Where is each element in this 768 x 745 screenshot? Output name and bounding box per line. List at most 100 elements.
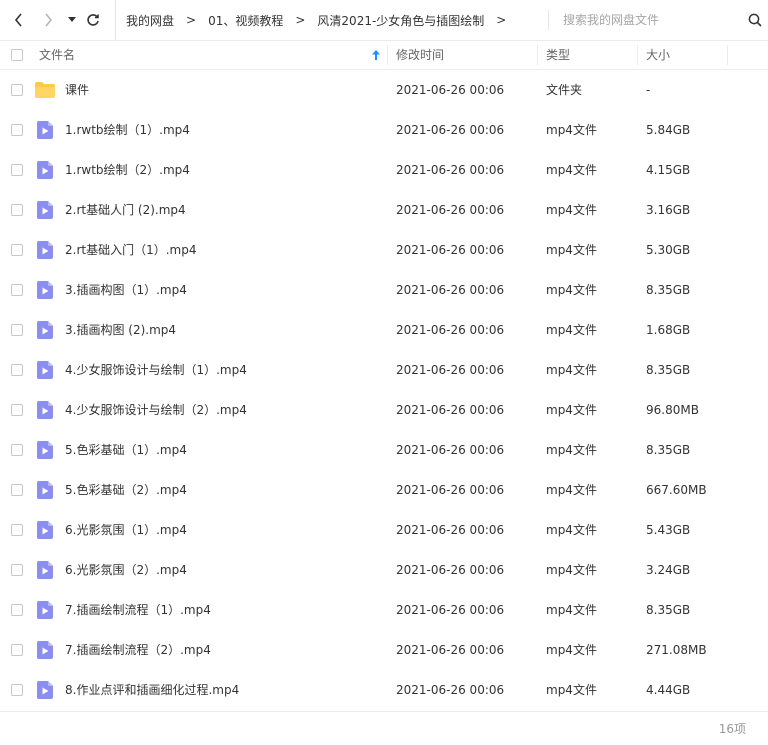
row-checkbox[interactable] [11, 324, 23, 336]
sort-up-arrow-icon[interactable] [372, 50, 380, 60]
file-name[interactable]: 3.插画构图（1）.mp4 [65, 270, 187, 310]
table-row[interactable]: 2.rt基础入门（1）.mp4 2021-06-26 00:06 mp4文件 5.30… [0, 230, 768, 270]
file-type: mp4文件 [546, 203, 597, 217]
table-row[interactable]: 4.少女服饰设计与绘制（1）.mp4 2021-06-26 00:06 mp4文件 8… [0, 350, 768, 390]
file-modified-time: 2021-06-26 00:06 [396, 363, 505, 377]
row-checkbox[interactable] [11, 164, 23, 176]
table-row[interactable]: 7.插画绘制流程（2）.mp4 2021-06-26 00:06 mp4文件 271.… [0, 630, 768, 670]
file-name[interactable]: 8.作业点评和插画细化过程.mp4 [65, 670, 239, 710]
back-button[interactable] [7, 8, 31, 32]
table-row[interactable]: 7.插画绘制流程（1）.mp4 2021-06-26 00:06 mp4文件 8.35… [0, 590, 768, 630]
row-checkbox[interactable] [11, 124, 23, 136]
chevron-right-icon [45, 13, 53, 27]
video-file-icon [37, 241, 53, 262]
search-button[interactable] [745, 10, 765, 30]
file-name[interactable]: 4.少女服饰设计与绘制（1）.mp4 [65, 350, 247, 390]
column-divider[interactable] [727, 45, 728, 65]
caret-down-icon [68, 17, 76, 22]
file-type: 文件夹 [546, 83, 583, 97]
search-input[interactable] [563, 10, 733, 30]
table-row[interactable]: 3.插画构图（1）.mp4 2021-06-26 00:06 mp4文件 8.35GB [0, 270, 768, 310]
file-modified-time: 2021-06-26 00:06 [396, 403, 505, 417]
table-row[interactable]: 2.rt基础人门 (2).mp4 2021-06-26 00:06 mp4文件 3.1… [0, 190, 768, 230]
file-name[interactable]: 6.光影氛围（1）.mp4 [65, 510, 187, 550]
file-name[interactable]: 课件 [65, 70, 89, 110]
table-row[interactable]: 1.rwtb绘制（1）.mp4 2021-06-26 00:06 mp4文件 5.84… [0, 110, 768, 150]
file-size: 5.84GB [646, 123, 691, 137]
file-name[interactable]: 2.rt基础入门（1）.mp4 [65, 230, 196, 270]
file-modified-time: 2021-06-26 00:06 [396, 123, 505, 137]
file-size: 4.44GB [646, 683, 691, 697]
file-name[interactable]: 6.光影氛围（2）.mp4 [65, 550, 187, 590]
file-size: 8.35GB [646, 603, 691, 617]
file-name[interactable]: 2.rt基础人门 (2).mp4 [65, 190, 186, 230]
row-checkbox[interactable] [11, 364, 23, 376]
file-size: 8.35GB [646, 443, 691, 457]
file-size: - [646, 83, 651, 97]
breadcrumb-item-root[interactable]: 我的网盘 [126, 12, 174, 29]
file-type: mp4文件 [546, 523, 597, 537]
file-size: 5.43GB [646, 523, 691, 537]
column-divider[interactable] [637, 45, 638, 65]
file-modified-time: 2021-06-26 00:06 [396, 483, 505, 497]
file-type: mp4文件 [546, 563, 597, 577]
row-checkbox[interactable] [11, 604, 23, 616]
file-size: 271.08MB [646, 643, 707, 657]
file-type: mp4文件 [546, 683, 597, 697]
forward-button[interactable] [36, 8, 60, 32]
row-checkbox[interactable] [11, 684, 23, 696]
file-modified-time: 2021-06-26 00:06 [396, 323, 505, 337]
video-file-icon [37, 601, 53, 622]
file-name[interactable]: 7.插画绘制流程（1）.mp4 [65, 590, 211, 630]
file-type: mp4文件 [546, 403, 597, 417]
table-row[interactable]: 6.光影氛围（1）.mp4 2021-06-26 00:06 mp4文件 5.43GB [0, 510, 768, 550]
file-size: 96.80MB [646, 403, 699, 417]
history-dropdown-button[interactable] [61, 8, 83, 32]
file-name[interactable]: 7.插画绘制流程（2）.mp4 [65, 630, 211, 670]
column-divider[interactable] [537, 45, 538, 65]
row-checkbox[interactable] [11, 284, 23, 296]
table-row[interactable]: 1.rwtb绘制（2）.mp4 2021-06-26 00:06 mp4文件 4.15… [0, 150, 768, 190]
table-row[interactable]: 4.少女服饰设计与绘制（2）.mp4 2021-06-26 00:06 mp4文件 9… [0, 390, 768, 430]
column-divider[interactable] [387, 45, 388, 65]
file-size: 5.30GB [646, 243, 691, 257]
column-header-size[interactable]: 大小 [646, 41, 670, 69]
row-checkbox[interactable] [11, 484, 23, 496]
row-checkbox[interactable] [11, 524, 23, 536]
file-modified-time: 2021-06-26 00:06 [396, 523, 505, 537]
row-checkbox[interactable] [11, 444, 23, 456]
row-checkbox[interactable] [11, 564, 23, 576]
file-name[interactable]: 1.rwtb绘制（1）.mp4 [65, 110, 190, 150]
file-size: 8.35GB [646, 363, 691, 377]
column-header-type[interactable]: 类型 [546, 41, 570, 69]
select-all-checkbox[interactable] [11, 49, 23, 61]
breadcrumb: 我的网盘 > 01、视频教程 > 风清2021-少女角色与插图绘制 > [115, 0, 518, 40]
file-modified-time: 2021-06-26 00:06 [396, 83, 505, 97]
status-bar: 16项 [0, 711, 768, 745]
table-row[interactable]: 3.插画构图 (2).mp4 2021-06-26 00:06 mp4文件 1.68G… [0, 310, 768, 350]
file-type: mp4文件 [546, 163, 597, 177]
refresh-button[interactable] [81, 8, 105, 32]
table-row[interactable]: 6.光影氛围（2）.mp4 2021-06-26 00:06 mp4文件 3.24GB [0, 550, 768, 590]
column-header-modified[interactable]: 修改时间 [396, 41, 444, 69]
chevron-left-icon [14, 13, 22, 27]
breadcrumb-item-video-tutorials[interactable]: 01、视频教程 [208, 12, 283, 29]
file-name[interactable]: 4.少女服饰设计与绘制（2）.mp4 [65, 390, 247, 430]
file-size: 667.60MB [646, 483, 707, 497]
row-checkbox[interactable] [11, 84, 23, 96]
table-row[interactable]: 课件 2021-06-26 00:06 文件夹 - [0, 70, 768, 110]
file-name[interactable]: 5.色彩基础（1）.mp4 [65, 430, 187, 470]
row-checkbox[interactable] [11, 244, 23, 256]
table-row[interactable]: 5.色彩基础（1）.mp4 2021-06-26 00:06 mp4文件 8.35GB [0, 430, 768, 470]
row-checkbox[interactable] [11, 644, 23, 656]
row-checkbox[interactable] [11, 404, 23, 416]
table-row[interactable]: 5.色彩基础（2）.mp4 2021-06-26 00:06 mp4文件 667.60… [0, 470, 768, 510]
column-header-name[interactable]: 文件名 [39, 41, 75, 69]
file-name[interactable]: 3.插画构图 (2).mp4 [65, 310, 176, 350]
file-name[interactable]: 1.rwtb绘制（2）.mp4 [65, 150, 190, 190]
file-name[interactable]: 5.色彩基础（2）.mp4 [65, 470, 187, 510]
table-row[interactable]: 8.作业点评和插画细化过程.mp4 2021-06-26 00:06 mp4文件 4.… [0, 670, 768, 710]
search-box [548, 10, 768, 30]
row-checkbox[interactable] [11, 204, 23, 216]
breadcrumb-item-current-folder[interactable]: 风清2021-少女角色与插图绘制 [317, 12, 484, 29]
